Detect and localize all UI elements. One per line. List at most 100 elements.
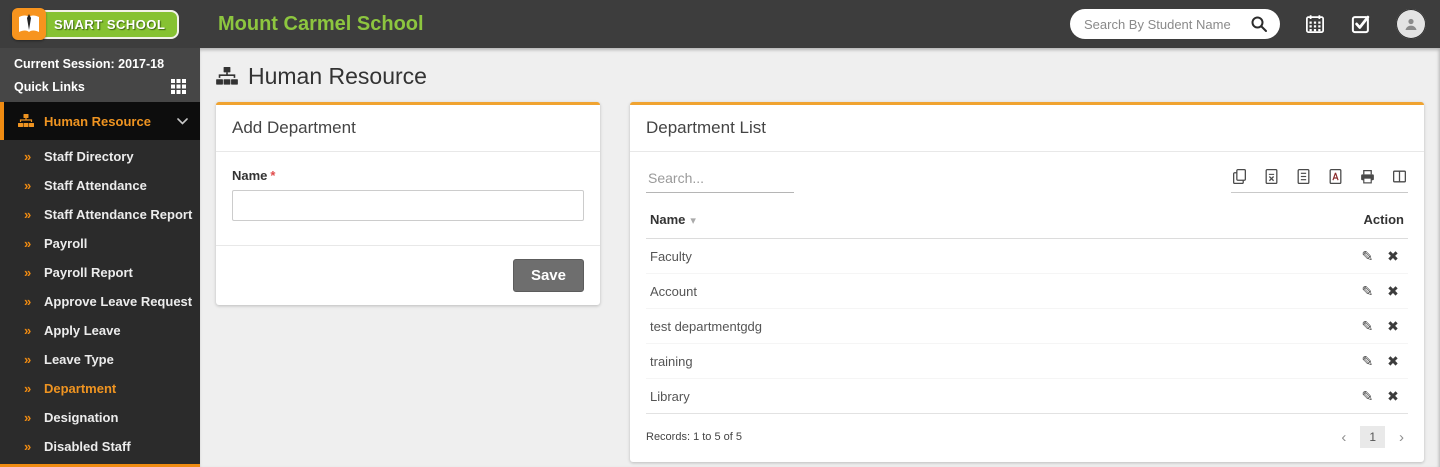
edit-pencil-icon[interactable]: ✎ bbox=[1356, 353, 1378, 370]
department-name-cell: Account bbox=[646, 274, 1167, 309]
sidebar-item-payroll[interactable]: » Payroll bbox=[0, 229, 200, 258]
sidebar-item-staff-directory[interactable]: » Staff Directory bbox=[0, 142, 200, 171]
pdf-icon[interactable] bbox=[1327, 168, 1344, 185]
task-check-icon[interactable] bbox=[1350, 13, 1372, 35]
edit-pencil-icon[interactable]: ✎ bbox=[1356, 283, 1378, 300]
delete-x-icon[interactable]: ✖ bbox=[1382, 248, 1404, 265]
next-page-button[interactable]: › bbox=[1395, 429, 1408, 446]
sidebar-item-label: Designation bbox=[44, 410, 118, 425]
delete-x-icon[interactable]: ✖ bbox=[1382, 388, 1404, 405]
sidebar: Current Session: 2017-18 Quick Links Hum bbox=[0, 48, 200, 467]
sidebar-item-label: Payroll bbox=[44, 236, 87, 251]
table-search-input[interactable] bbox=[646, 164, 794, 193]
main-content: Human Resource Add Department Name* Save… bbox=[200, 48, 1440, 467]
add-department-footer: Save bbox=[216, 245, 600, 305]
double-chevron-icon: » bbox=[24, 323, 44, 338]
sidebar-item-label: Department bbox=[44, 381, 116, 396]
pagination: ‹ 1 › bbox=[1337, 426, 1408, 448]
export-toolbar bbox=[1231, 164, 1408, 193]
double-chevron-icon: » bbox=[24, 381, 44, 396]
sidebar-item-staff-attendance[interactable]: » Staff Attendance bbox=[0, 171, 200, 200]
department-name-cell: test departmentgdg bbox=[646, 309, 1167, 344]
double-chevron-icon: » bbox=[24, 294, 44, 309]
add-department-title: Add Department bbox=[216, 105, 600, 152]
calendar-icon[interactable] bbox=[1304, 13, 1326, 35]
delete-x-icon[interactable]: ✖ bbox=[1382, 318, 1404, 335]
sidebar-menu-human-resource[interactable]: Human Resource bbox=[0, 102, 200, 140]
school-name: Mount Carmel School bbox=[218, 13, 424, 36]
logo-text: SMART SCHOOL bbox=[38, 10, 179, 39]
sidebar-item-label: Staff Attendance Report bbox=[44, 207, 192, 222]
sort-icon: ▾ bbox=[690, 215, 696, 227]
double-chevron-icon: » bbox=[24, 207, 44, 222]
sidebar-item-disabled-staff[interactable]: » Disabled Staff bbox=[0, 432, 200, 461]
table-row: Faculty ✎ ✖ bbox=[646, 239, 1408, 274]
column-header-action: Action bbox=[1167, 203, 1408, 239]
sitemap-icon bbox=[18, 114, 34, 128]
department-list-title: Department List bbox=[630, 105, 1424, 152]
department-name-input[interactable] bbox=[232, 190, 584, 221]
quick-links-label: Quick Links bbox=[14, 80, 85, 94]
table-row: training ✎ ✖ bbox=[646, 344, 1408, 379]
delete-x-icon[interactable]: ✖ bbox=[1382, 353, 1404, 370]
prev-page-button[interactable]: ‹ bbox=[1337, 429, 1350, 446]
page-number-button[interactable]: 1 bbox=[1360, 426, 1385, 448]
department-list-card: Department List bbox=[630, 102, 1424, 462]
edit-pencil-icon[interactable]: ✎ bbox=[1356, 318, 1378, 335]
department-table: Name▾ Action Faculty ✎ ✖ Account ✎ ✖ tes… bbox=[646, 203, 1408, 414]
sidebar-menu-label: Human Resource bbox=[44, 114, 177, 129]
table-row: Account ✎ ✖ bbox=[646, 274, 1408, 309]
quick-links[interactable]: Quick Links bbox=[14, 79, 186, 94]
excel-icon[interactable] bbox=[1263, 168, 1280, 185]
required-asterisk: * bbox=[270, 168, 275, 183]
sidebar-submenu: » Staff Directory » Staff Attendance » S… bbox=[0, 140, 200, 461]
avatar[interactable] bbox=[1396, 9, 1426, 39]
double-chevron-icon: » bbox=[24, 439, 44, 454]
double-chevron-icon: » bbox=[24, 410, 44, 425]
sidebar-item-label: Disabled Staff bbox=[44, 439, 131, 454]
sidebar-item-designation[interactable]: » Designation bbox=[0, 403, 200, 432]
chevron-down-icon bbox=[177, 118, 188, 125]
grid-icon bbox=[171, 79, 186, 94]
sidebar-item-apply-leave[interactable]: » Apply Leave bbox=[0, 316, 200, 345]
table-toolbar bbox=[646, 164, 1408, 193]
sidebar-item-approve-leave-request[interactable]: » Approve Leave Request bbox=[0, 287, 200, 316]
print-icon[interactable] bbox=[1359, 168, 1376, 185]
sidebar-item-label: Leave Type bbox=[44, 352, 114, 367]
double-chevron-icon: » bbox=[24, 178, 44, 193]
session-block: Current Session: 2017-18 Quick Links bbox=[0, 48, 200, 102]
double-chevron-icon: » bbox=[24, 149, 44, 164]
sidebar-item-label: Payroll Report bbox=[44, 265, 133, 280]
sidebar-item-staff-attendance-report[interactable]: » Staff Attendance Report bbox=[0, 200, 200, 229]
search-icon[interactable] bbox=[1248, 13, 1270, 35]
student-search-input[interactable] bbox=[1084, 17, 1248, 32]
table-row: Library ✎ ✖ bbox=[646, 379, 1408, 414]
double-chevron-icon: » bbox=[24, 236, 44, 251]
sidebar-item-label: Staff Directory bbox=[44, 149, 134, 164]
current-session-label: Current Session: 2017-18 bbox=[14, 57, 186, 71]
app-logo[interactable]: SMART SCHOOL bbox=[0, 0, 200, 48]
top-header: SMART SCHOOL Mount Carmel School bbox=[0, 0, 1440, 48]
sidebar-item-payroll-report[interactable]: » Payroll Report bbox=[0, 258, 200, 287]
edit-pencil-icon[interactable]: ✎ bbox=[1356, 248, 1378, 265]
sidebar-item-label: Apply Leave bbox=[44, 323, 121, 338]
double-chevron-icon: » bbox=[24, 265, 44, 280]
sidebar-item-leave-type[interactable]: » Leave Type bbox=[0, 345, 200, 374]
sidebar-item-department[interactable]: » Department bbox=[0, 374, 200, 403]
student-search bbox=[1070, 9, 1280, 39]
department-name-cell: Faculty bbox=[646, 239, 1167, 274]
edit-pencil-icon[interactable]: ✎ bbox=[1356, 388, 1378, 405]
table-row: test departmentgdg ✎ ✖ bbox=[646, 309, 1408, 344]
column-header-name[interactable]: Name▾ bbox=[646, 203, 1167, 239]
department-name-cell: Library bbox=[646, 379, 1167, 414]
csv-icon[interactable] bbox=[1295, 168, 1312, 185]
book-logo-icon bbox=[12, 8, 46, 40]
save-button[interactable]: Save bbox=[513, 259, 584, 292]
page-title-row: Human Resource bbox=[216, 48, 1424, 102]
table-footer: Records: 1 to 5 of 5 ‹ 1 › bbox=[646, 414, 1408, 448]
columns-icon[interactable] bbox=[1391, 168, 1408, 185]
copy-icon[interactable] bbox=[1231, 168, 1248, 185]
sidebar-item-label: Approve Leave Request bbox=[44, 294, 192, 309]
delete-x-icon[interactable]: ✖ bbox=[1382, 283, 1404, 300]
add-department-card: Add Department Name* Save bbox=[216, 102, 600, 305]
